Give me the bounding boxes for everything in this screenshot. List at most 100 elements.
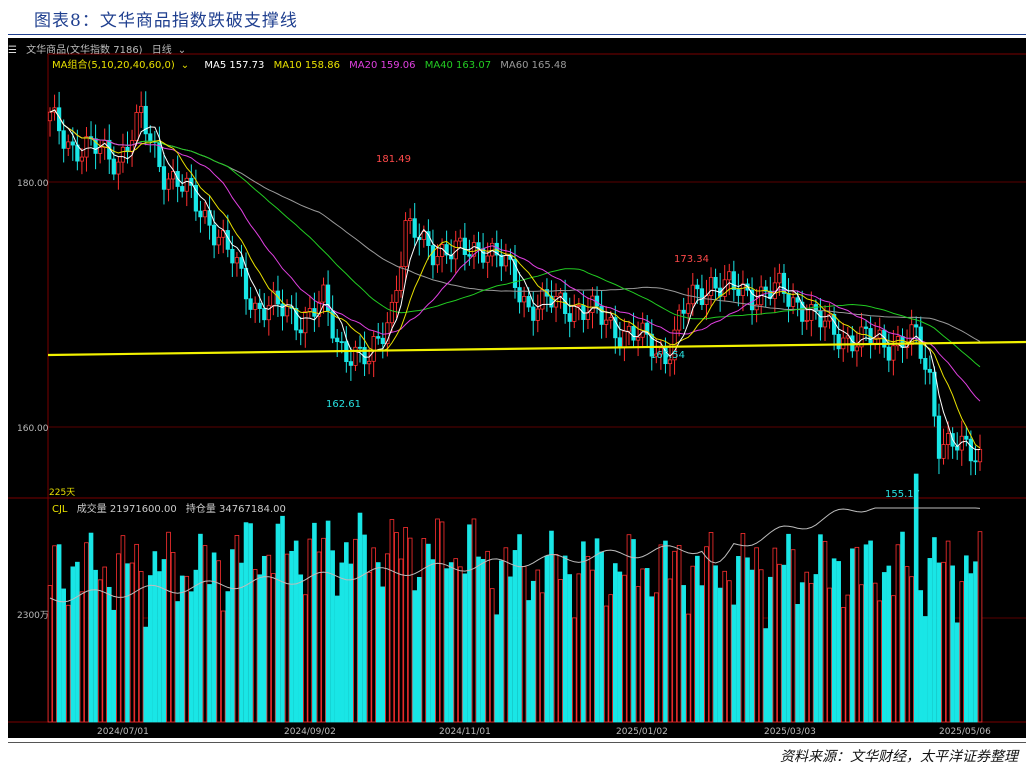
volume-bar (777, 563, 782, 723)
volume-bar (818, 534, 823, 723)
volume-bar (426, 543, 431, 723)
candle-body (786, 293, 791, 307)
volume-bar (152, 551, 158, 723)
volume-bar (362, 534, 367, 723)
volume-bar (289, 550, 294, 723)
volume-bar (530, 580, 536, 723)
candle-body (968, 438, 973, 462)
volume-bar (339, 562, 345, 723)
instrument-name[interactable]: 文华商品(文华指数 7186) (26, 45, 142, 56)
volume-bar (599, 551, 604, 723)
high-annotation-173: 173.34 (674, 254, 709, 265)
candle-body (348, 361, 353, 366)
date-label-5: 2025/03/03 (764, 727, 816, 737)
volume-bar (863, 544, 869, 723)
volume-bar (170, 552, 176, 723)
volume-bar (134, 543, 139, 723)
ma-combo-selector[interactable]: MA组合(5,10,20,40,60,0) ⌄ (52, 60, 195, 71)
volume-bar (576, 573, 582, 723)
candle-body (412, 218, 417, 238)
hamburger-menu-icon[interactable]: ☰ (8, 45, 17, 56)
candle-body (809, 304, 814, 321)
candle-body (535, 308, 540, 321)
candle-body (376, 336, 381, 339)
candle-body (964, 435, 969, 440)
volume-bar (667, 578, 673, 723)
candle-body (134, 112, 139, 141)
volume-bar (116, 553, 121, 723)
candle-body (822, 320, 828, 328)
volume-bar (654, 592, 659, 723)
volume-legend: CJL 成交量 21971600.00 持仓量 34767184.00 (52, 500, 292, 515)
volume-bar (713, 565, 718, 723)
candle-body (681, 309, 686, 314)
volume-bar (868, 540, 873, 723)
date-label-2: 2024/09/02 (284, 727, 336, 737)
volume-bar (444, 568, 449, 723)
low-annotation-166: 166.54 (650, 350, 685, 361)
volume-bar (366, 571, 372, 723)
volume-bar (280, 515, 285, 723)
candle-body (941, 444, 946, 459)
volume-bar (403, 527, 408, 723)
candle-body (540, 289, 545, 310)
volume-bar (891, 595, 896, 723)
volume-bar (175, 601, 180, 723)
title-divider (8, 34, 1026, 35)
volume-bar (790, 549, 796, 723)
source-note: 资料来源：文华财经，太平洋证券整理 (780, 749, 1018, 765)
candle-body (421, 231, 426, 240)
candle-body (727, 271, 732, 281)
candle-body (380, 337, 385, 345)
price-tick-160: 160.00 (17, 424, 49, 434)
candle-body (891, 345, 896, 361)
volume-bar (781, 564, 787, 723)
volume-bar (763, 628, 769, 723)
candle-body (740, 283, 746, 296)
ma60-value: MA60 165.48 (500, 60, 567, 71)
volume-bar (407, 537, 413, 723)
volume-bar (731, 604, 737, 723)
indicator-name[interactable]: CJL (52, 504, 68, 515)
period-selector[interactable]: 日线 ⌄ (152, 45, 192, 56)
volume-bar (663, 540, 668, 723)
volume-bar (47, 585, 53, 723)
chart-header: ☰ 文华商品(文华指数 7186) 日线 ⌄ (8, 41, 198, 56)
volume-bar (220, 610, 226, 723)
volume-bar (786, 533, 791, 723)
volume-bar (859, 584, 864, 723)
volume-bar (608, 594, 614, 723)
volume-bar (316, 551, 322, 723)
volume-bar (257, 574, 263, 723)
chart-panel[interactable]: 180.00 160.00 2300万 225天 2024/07/01 2024… (8, 38, 1026, 738)
volume-bar (517, 534, 522, 723)
volume-bar (690, 565, 696, 723)
volume-bar (453, 558, 459, 723)
candle-body (212, 224, 217, 246)
candle-body (239, 257, 244, 269)
volume-bar (344, 542, 349, 723)
volume-bar (166, 531, 171, 723)
candle-body (585, 312, 591, 320)
date-label-6: 2025/05/06 (939, 727, 991, 737)
candle-body (686, 303, 691, 314)
volume-bar (503, 547, 509, 723)
volume-bar (371, 547, 376, 723)
candle-body (886, 346, 891, 361)
volume-bar (900, 531, 905, 723)
candle-body (389, 301, 395, 324)
kline-chart-svg[interactable]: 180.00 160.00 2300万 225天 2024/07/01 2024… (8, 38, 1026, 738)
candle-body (198, 210, 203, 218)
volume-bar (321, 537, 326, 723)
volume-bar (70, 566, 76, 723)
candle-body (116, 161, 121, 175)
volume-bar (298, 574, 304, 723)
ma40-value: MA40 163.07 (424, 60, 492, 71)
volume-bar (56, 544, 62, 723)
candle-body (927, 368, 932, 373)
volume-bar (353, 538, 358, 723)
volume-bar (88, 532, 94, 723)
candle-body (804, 319, 809, 322)
candle-body (631, 325, 636, 341)
volume-bar (457, 566, 463, 723)
